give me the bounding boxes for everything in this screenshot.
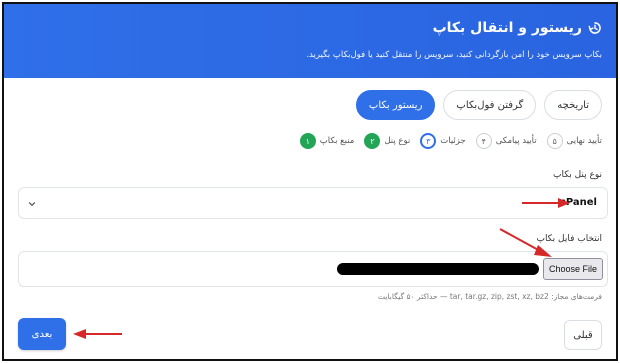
step-details: ۳ جزئیات <box>420 133 466 149</box>
step-number: ۵ <box>546 133 563 149</box>
tab-restore-backup[interactable]: ریستور بکاپ <box>355 90 436 120</box>
tab-full-backup[interactable]: گرفتن فول‌بکاپ <box>443 90 537 120</box>
step-label: تأیید پیامکی <box>495 136 537 146</box>
header-title-row: ریستور و انتقال بکاپ <box>433 20 602 36</box>
panel-header: ریستور و انتقال بکاپ بکاپ سرویس خود را ا… <box>4 4 616 78</box>
step-number: ۱ <box>299 133 316 149</box>
step-label: جزئیات <box>440 136 466 146</box>
page-subtitle: بکاپ سرویس خود را امن بازگردانی کنید، سر… <box>306 50 602 60</box>
step-label: نوع پنل <box>384 136 411 146</box>
restore-history-icon <box>588 22 601 34</box>
annotation-arrow-next <box>73 329 122 339</box>
previous-button[interactable]: قبلی <box>564 320 602 350</box>
next-button[interactable]: بعدی <box>18 318 66 350</box>
stepper: ۱ منبع بکاپ ۲ نوع پنل ۳ جزئیات ۴ تأیید پ… <box>299 133 602 149</box>
choose-file-button[interactable]: Choose File <box>542 258 603 280</box>
tab-bar: ریستور بکاپ گرفتن فول‌بکاپ تاریخچه <box>355 90 602 120</box>
chevron-down-icon <box>28 202 36 206</box>
step-number: ۴ <box>475 133 492 149</box>
step-number: ۲ <box>364 133 381 149</box>
tab-history[interactable]: تاریخچه <box>544 90 602 120</box>
step-source: ۱ منبع بکاپ <box>299 133 355 149</box>
step-label: تأیید نهایی <box>566 136 602 146</box>
redacted-filename <box>337 263 539 275</box>
step-final-confirm: ۵ تأیید نهایی <box>546 133 602 149</box>
step-label: منبع بکاپ <box>319 136 355 146</box>
page-title: ریستور و انتقال بکاپ <box>432 20 582 36</box>
annotation-arrow-cpanel <box>522 198 570 208</box>
file-format-hint: فرمت‌های مجاز: tar, tar.gz, zip, zst, xz… <box>378 292 602 301</box>
step-panel-type: ۲ نوع پنل <box>364 133 410 149</box>
step-sms-confirm: ۴ تأیید پیامکی <box>475 133 537 149</box>
annotation-arrow-choose-file <box>499 228 552 257</box>
restore-panel: ریستور و انتقال بکاپ بکاپ سرویس خود را ا… <box>2 2 618 361</box>
step-number: ۳ <box>420 133 437 149</box>
panel-type-label: نوع پنل بکاپ <box>553 170 602 180</box>
